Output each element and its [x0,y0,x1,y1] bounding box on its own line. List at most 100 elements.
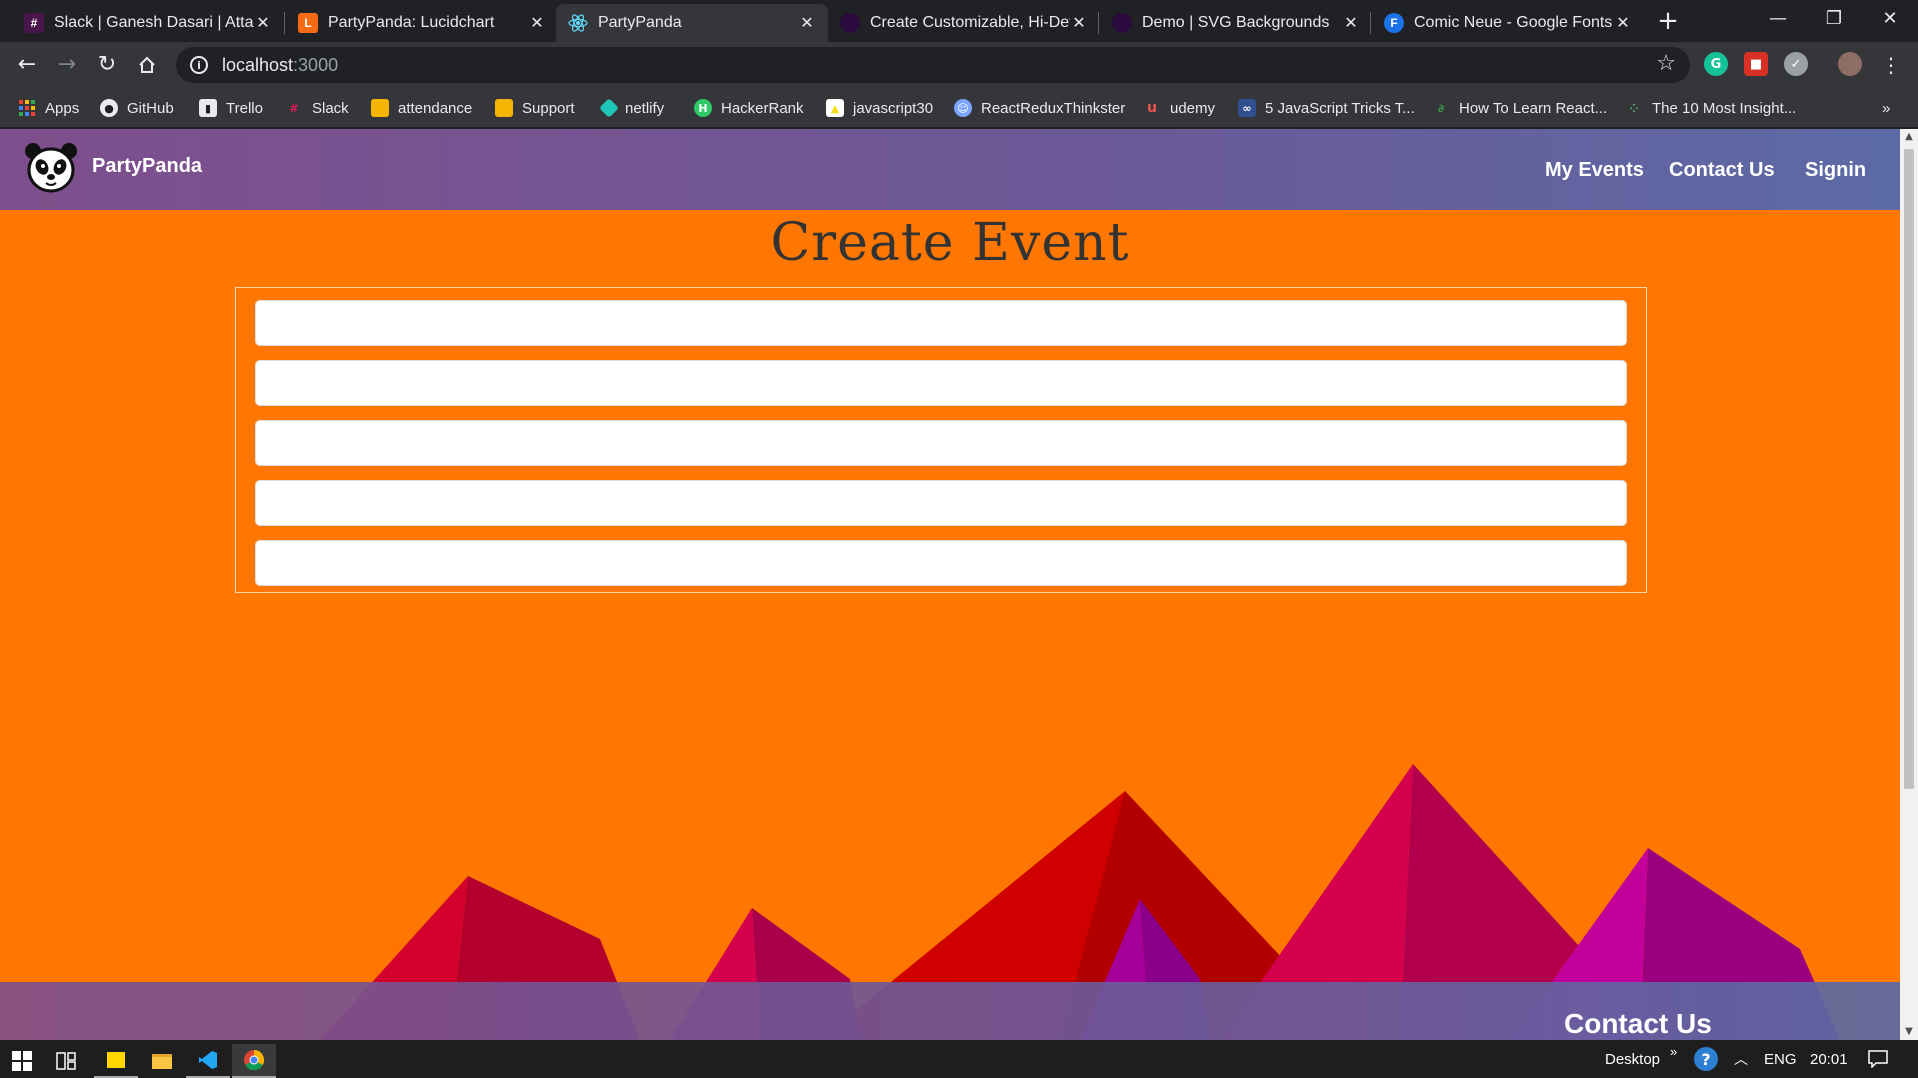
site-footer: Contact Us [0,982,1900,1040]
bookmarks-overflow-button[interactable]: » [1882,88,1890,128]
windows-start-icon[interactable] [0,1044,44,1078]
reload-icon[interactable]: ↻ [92,50,122,80]
tab-title: Create Customizable, Hi-Def [870,14,1070,31]
bookmark-attendance[interactable]: attendance [371,88,472,128]
tab-close-icon[interactable]: ✕ [798,13,816,33]
language-indicator[interactable]: ENG [1764,1040,1797,1078]
bookmark-netlify[interactable]: netlify [599,88,664,128]
hackerrank-icon: H [694,99,712,117]
bookmark-trello[interactable]: ▮ Trello [199,88,263,128]
clock[interactable]: 20:01 [1810,1040,1848,1078]
file-explorer-icon[interactable] [140,1044,184,1078]
scroll-up-arrow-icon[interactable]: ▲ [1900,129,1918,145]
tab-slack[interactable]: # Slack | Ganesh Dasari | Attain ✕ [12,4,284,42]
info-icon[interactable]: i [190,56,208,74]
show-hidden-icons-icon[interactable]: ︿ [1734,1040,1748,1078]
chrome-icon[interactable] [232,1044,276,1078]
bookmark-hackerrank[interactable]: H HackerRank [694,88,804,128]
bookmark-reactreduxthinkster[interactable]: ☺ ReactReduxThinkster [954,88,1125,128]
bookmark-apps[interactable]: Apps [18,88,79,128]
bookmark-label: attendance [398,99,473,117]
bookmark-label: Apps [45,99,80,117]
bookmark-udemy[interactable]: u udemy [1143,88,1215,128]
restore-button[interactable]: ❐ [1810,4,1858,34]
nav-link-my-events[interactable]: My Events [1545,159,1644,182]
nav-link-contact-us[interactable]: Contact Us [1669,159,1775,182]
url-host: localhost [222,54,294,75]
close-window-button[interactable]: ✕ [1866,4,1914,34]
bookmark-github[interactable]: ● GitHub [100,88,174,128]
bookmark-slack[interactable]: # Slack [285,88,348,128]
extension-icon[interactable]: ■ [1744,52,1768,76]
tab-google-fonts[interactable]: F Comic Neue - Google Fonts ✕ [1372,4,1644,42]
tab-lucidchart[interactable]: L PartyPanda: Lucidchart ✕ [286,4,558,42]
tab-partypanda[interactable]: PartyPanda ✕ [556,4,828,42]
codeburst-icon: ∞ [1238,99,1256,117]
bookmark-support[interactable]: Support [495,88,575,128]
page-scrollbar[interactable]: ▲ ▼ [1900,129,1918,1040]
panda-logo-icon[interactable] [22,139,80,197]
event-field-4[interactable] [255,480,1627,526]
help-icon[interactable]: ? [1694,1040,1718,1078]
tab-svg-backgrounds[interactable]: Demo | SVG Backgrounds ✕ [1100,4,1372,42]
grammarly-icon[interactable]: G [1704,52,1728,76]
react-icon [568,13,588,33]
task-view-icon[interactable] [44,1044,88,1078]
scroll-thumb[interactable] [1904,149,1914,789]
minimize-button[interactable]: — [1754,4,1802,34]
brand-name[interactable]: PartyPanda [92,155,202,178]
github-icon: ● [100,99,118,117]
new-tab-button[interactable]: + [1654,8,1682,36]
bookmark-insight[interactable]: ⁘ The 10 Most Insight... [1625,88,1796,128]
event-field-2[interactable] [255,360,1627,406]
udemy-icon: u [1147,100,1157,116]
vscode-icon[interactable] [186,1044,230,1078]
event-field-1[interactable] [255,300,1627,346]
bookmark-label: Trello [226,99,263,117]
bookmarks-bar: Apps ● GitHub ▮ Trello # Slack attendance S… [0,88,1918,128]
trello-icon: ▮ [199,99,217,117]
bookmark-label: HackerRank [721,99,804,117]
google-fonts-icon: F [1384,13,1404,33]
tab-create-customizable[interactable]: Create Customizable, Hi-Def ✕ [828,4,1100,42]
scroll-down-arrow-icon[interactable]: ▼ [1900,1024,1918,1040]
extension-check-icon[interactable]: ✓ [1784,52,1808,76]
toolbar-overflow-icon[interactable]: » [1670,1032,1677,1070]
sticky-notes-icon[interactable] [94,1044,138,1078]
menu-kebab-icon[interactable]: ⋮ [1876,50,1906,80]
browser-toolbar: ← → ↻ i localhost:3000 ☆ G ■ ✓ ⋮ [0,42,1918,88]
bookmark-javascript-tricks[interactable]: ∞ 5 JavaScript Tricks T... [1238,88,1415,128]
event-field-5[interactable] [255,540,1627,586]
back-arrow-icon[interactable]: ← [12,50,42,80]
nav-link-signin[interactable]: Signin [1805,159,1866,182]
page-viewport: PartyPanda My Events Contact Us Signin C… [0,129,1900,1040]
svg-site-icon [1112,13,1132,33]
bookmark-label: GitHub [127,99,174,117]
address-bar[interactable]: i localhost:3000 ☆ [176,47,1690,83]
bookmark-label: Support [522,99,575,117]
tab-title: Comic Neue - Google Fonts [1414,14,1613,31]
bookmark-learn-react[interactable]: ∂ How To Learn React... [1432,88,1607,128]
forward-arrow-icon[interactable]: → [52,50,82,80]
slack-icon: # [24,13,44,33]
desktop-toolbar-label[interactable]: Desktop [1605,1040,1660,1078]
tab-close-icon[interactable]: ✕ [528,13,546,33]
footer-contact-heading: Contact Us [1564,1008,1712,1039]
bookmark-label: javascript30 [853,99,934,117]
event-field-3[interactable] [255,420,1627,466]
help-glyph: ? [1694,1047,1718,1071]
profile-avatar[interactable] [1838,52,1862,76]
lucidchart-icon: L [298,13,318,33]
home-icon[interactable] [132,50,162,80]
folder-glyph [152,1053,172,1069]
browser-tab-strip: # Slack | Ganesh Dasari | Attain ✕ L Par… [0,0,1918,42]
tab-close-icon[interactable]: ✕ [1614,13,1632,33]
bookmark-star-icon[interactable]: ☆ [1656,51,1676,76]
tab-close-icon[interactable]: ✕ [254,13,272,33]
tab-close-icon[interactable]: ✕ [1342,13,1360,33]
tab-close-icon[interactable]: ✕ [1070,13,1088,33]
notifications-icon[interactable] [1868,1040,1888,1078]
windows-taskbar: Desktop » ? ︿ ENG 20:01 [0,1040,1918,1078]
create-event-form [235,287,1647,593]
bookmark-javascript30[interactable]: ▲ javascript30 [826,88,933,128]
